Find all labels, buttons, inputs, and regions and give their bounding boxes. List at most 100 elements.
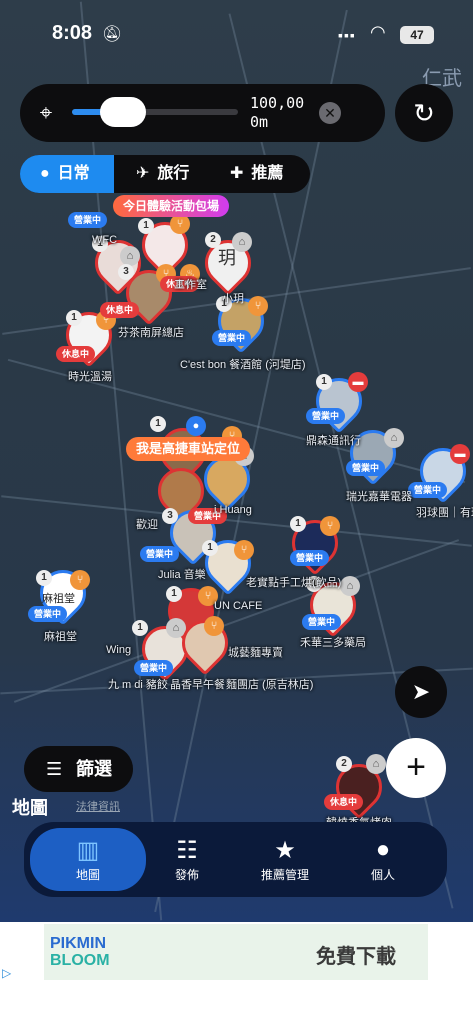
tag-icon: ⌂	[384, 428, 404, 448]
pin-label: 羽球團｜有球必	[416, 507, 473, 519]
pin-label: 麻祖堂	[44, 631, 77, 643]
pin-label: C'est bon 餐酒館 (河堤店)	[180, 359, 306, 371]
refresh-button[interactable]: ↻	[395, 84, 453, 142]
apple-maps-logo: 地圖	[12, 794, 48, 820]
locate-me-button[interactable]: ➤	[395, 666, 447, 718]
apple-maps-text: 地圖	[12, 798, 48, 818]
tag-icon: ⌂	[232, 232, 252, 252]
nav-profile[interactable]: ● 個人	[346, 822, 420, 897]
pin-label: i Huang	[214, 504, 252, 516]
tab-recommend[interactable]: ✚ 推薦	[230, 155, 310, 193]
location-icon: ●	[186, 416, 206, 436]
food-icon: ⑂	[204, 616, 224, 636]
ad-cta[interactable]: 免費下載	[316, 940, 396, 969]
tab-travel[interactable]: ✈ 旅行	[136, 155, 216, 193]
status-badge: 休息中	[56, 346, 96, 362]
food-icon: ⑂	[70, 570, 90, 590]
radius-value: 100,000m	[250, 94, 305, 131]
pin-count: 1	[202, 540, 218, 556]
pin-label: 老實點手工烘(飲品)	[246, 577, 342, 589]
pin-label: 工作室	[174, 279, 207, 291]
plus-icon: +	[406, 748, 426, 786]
pin-label: 晶香早午餐	[170, 679, 225, 691]
pin-count: 3	[118, 264, 134, 280]
nav-label: 個人	[370, 868, 395, 882]
pin-label: 九 m di 豬餃	[108, 679, 168, 691]
status-badge: 營業中	[134, 660, 174, 676]
pin-count: 1	[166, 586, 182, 602]
pin-label: UN CAFE	[214, 600, 263, 612]
nav-label: 發佈	[174, 868, 199, 882]
pin-label: 芬茶南屏總店	[118, 327, 184, 339]
star-chat-icon: ★	[274, 837, 296, 864]
pin-count: 2	[336, 756, 352, 772]
status-badge: 營業中	[346, 460, 386, 476]
nav-label: 推薦管理	[260, 868, 309, 882]
airplane-icon: ✈	[136, 165, 150, 182]
status-badge: 營業中	[306, 408, 346, 424]
adchoices-icon[interactable]: ▷	[2, 966, 11, 980]
tab-label: 推薦	[251, 165, 284, 182]
legal-link[interactable]: 法律資訊	[76, 798, 120, 814]
person-icon: ●	[375, 836, 391, 863]
pin-count: 1	[316, 374, 332, 390]
status-badge: 休息中	[100, 302, 140, 318]
recommend-icon: ✚	[230, 165, 244, 182]
filter-label: 篩選	[76, 759, 112, 779]
pin-label: 麵團店 (原吉林店)	[226, 679, 314, 691]
crosshair-icon[interactable]: ⌖	[34, 101, 58, 125]
signal-icon: ▪▪▪	[338, 27, 356, 43]
tag-icon: ⌂	[120, 246, 140, 266]
ad-logo-line2: BLOOM	[50, 952, 110, 969]
status-badge: 營業中	[28, 606, 68, 622]
tab-label: 旅行	[157, 165, 190, 182]
pin-label: 禾華三多藥局	[300, 637, 366, 649]
status-badge: 休息中	[324, 794, 364, 810]
person-icon: ●	[40, 165, 50, 182]
tab-daily[interactable]: ● 日常	[20, 155, 114, 193]
status-badge: 營業中	[140, 546, 180, 562]
tag-icon: ⌂	[366, 754, 386, 774]
nav-publish[interactable]: ☷ 發佈	[150, 822, 224, 897]
pin-count: 2	[205, 232, 221, 248]
add-button[interactable]: +	[386, 738, 446, 798]
status-time: 8:08	[52, 22, 93, 44]
pin-count: 1	[36, 570, 52, 586]
radius-slider-thumb[interactable]	[100, 97, 146, 127]
pin-label: 小玥	[222, 293, 244, 305]
pin-count: 1	[132, 620, 148, 636]
pin-label: WFC	[92, 234, 118, 246]
clear-icon[interactable]: ✕	[319, 102, 341, 124]
filter-button[interactable]: ☰ 篩選	[24, 746, 133, 792]
pin-count: 3	[162, 508, 178, 524]
sliders-icon: ☰	[46, 759, 63, 779]
ad-logo-line1: PIKMIN	[50, 935, 106, 952]
list-icon: ☷	[176, 837, 198, 864]
tab-label: 日常	[57, 165, 90, 182]
car-icon: ▬	[450, 444, 470, 464]
promo-banner[interactable]: 今日體驗活動包場	[113, 195, 230, 217]
food-icon: ⑂	[248, 296, 268, 316]
pin-label: 歡迎	[136, 519, 158, 531]
status-badge: 營業中	[302, 614, 342, 630]
wifi-icon: ◠	[370, 22, 386, 42]
status-badge: 營業中	[212, 330, 252, 346]
pin-label: Wing	[106, 644, 132, 656]
bell-muted-icon: 🔕︎	[102, 26, 123, 43]
food-icon: ⑂	[320, 516, 340, 536]
pin-count: 1	[138, 218, 154, 234]
location-pill[interactable]: 我是高捷車站定位	[126, 437, 251, 461]
status-badge: 營業中	[408, 482, 448, 498]
refresh-icon: ↻	[413, 98, 435, 128]
battery-icon: 47	[400, 26, 434, 44]
pin-count: 1	[150, 416, 166, 432]
food-icon: ⑂	[170, 214, 190, 234]
nav-recommend-manage[interactable]: ★ 推薦管理	[248, 822, 322, 897]
food-icon: ⑂	[234, 540, 254, 560]
nav-map[interactable]: ▥ 地圖	[30, 828, 146, 891]
car-icon: ▬	[348, 372, 368, 392]
status-badge: 營業中	[68, 212, 108, 228]
navigation-arrow-icon: ➤	[411, 679, 431, 704]
tag-icon: ⌂	[340, 576, 360, 596]
pin-label: 鼎森通訊行	[306, 435, 361, 447]
